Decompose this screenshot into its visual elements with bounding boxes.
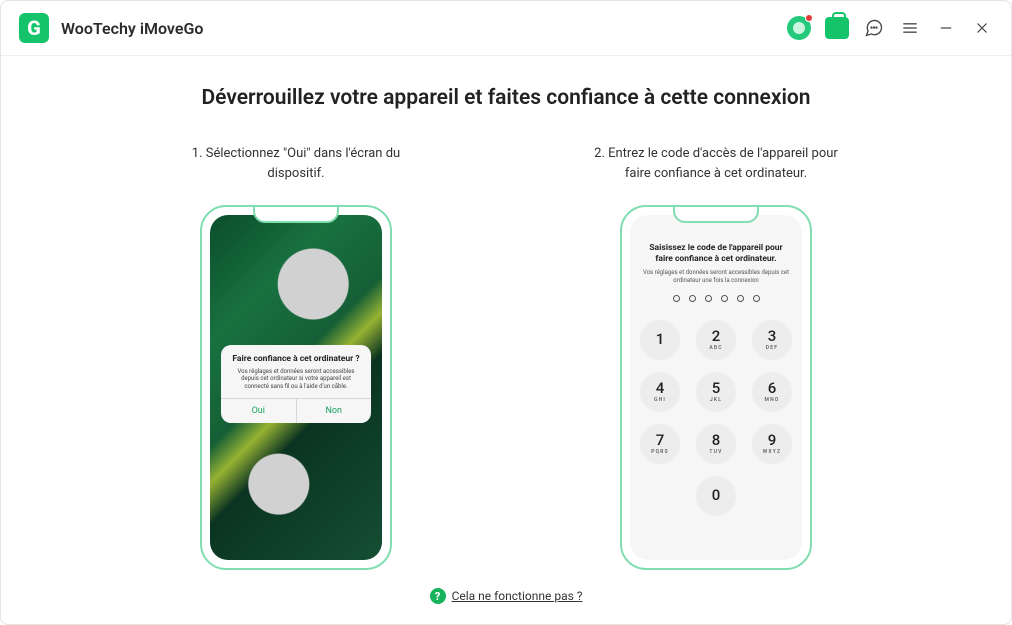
passcode-subtitle: Vos réglages et données seront accessibl… bbox=[642, 269, 790, 285]
help-row: ? Cela ne fonctionne pas ? bbox=[430, 570, 583, 624]
dialog-no-button: Non bbox=[296, 399, 372, 423]
app-title: WooTechy iMoveGo bbox=[61, 19, 203, 38]
keypad-key-4: 4GHI bbox=[640, 372, 680, 412]
phone-illustration-passcode: Saisissez le code de l'appareil pour fai… bbox=[620, 205, 812, 570]
trust-dialog: Faire confiance à cet ordinateur ? Vos r… bbox=[221, 345, 371, 423]
titlebar-actions bbox=[787, 16, 993, 40]
passcode-dot bbox=[705, 295, 712, 302]
notch-icon bbox=[673, 207, 759, 223]
passcode-dot bbox=[673, 295, 680, 302]
dialog-message: Vos réglages et données seront accessibl… bbox=[229, 368, 363, 391]
notch-icon bbox=[253, 207, 339, 223]
keypad-key-1: 1 bbox=[640, 320, 680, 360]
close-button[interactable] bbox=[971, 17, 993, 39]
keypad: 1 2ABC 3DEF 4GHI 5JKL 6MNO 7PQRS 8TUV 9W… bbox=[642, 320, 790, 516]
passcode-dot bbox=[737, 295, 744, 302]
help-icon: ? bbox=[430, 588, 446, 604]
passcode-dot bbox=[689, 295, 696, 302]
keypad-key-6: 6MNO bbox=[752, 372, 792, 412]
passcode-dot bbox=[753, 295, 760, 302]
keypad-key-3: 3DEF bbox=[752, 320, 792, 360]
help-link[interactable]: Cela ne fonctionne pas ? bbox=[452, 589, 583, 603]
page-title: Déverrouillez votre appareil et faites c… bbox=[201, 86, 810, 110]
step-2: 2. Entrez le code d'accès de l'appareil … bbox=[586, 144, 846, 570]
steps-row: 1. Sélectionnez "Oui" dans l'écran du di… bbox=[166, 144, 846, 570]
phone-screen: Faire confiance à cet ordinateur ? Vos r… bbox=[210, 215, 382, 560]
keypad-key-0: 0 bbox=[696, 476, 736, 516]
notification-dot-icon bbox=[805, 14, 813, 22]
keypad-key-9: 9WXYZ bbox=[752, 424, 792, 464]
feedback-icon[interactable] bbox=[863, 17, 885, 39]
keypad-key-8: 8TUV bbox=[696, 424, 736, 464]
menu-icon[interactable] bbox=[899, 17, 921, 39]
passcode-title: Saisissez le code de l'appareil pour fai… bbox=[642, 243, 790, 265]
dialog-title: Faire confiance à cet ordinateur ? bbox=[229, 354, 363, 365]
keypad-key-7: 7PQRS bbox=[640, 424, 680, 464]
dialog-yes-button: Oui bbox=[221, 399, 296, 423]
account-icon[interactable] bbox=[787, 16, 811, 40]
passcode-dot bbox=[721, 295, 728, 302]
keypad-key-5: 5JKL bbox=[696, 372, 736, 412]
step-2-instruction: 2. Entrez le code d'accès de l'appareil … bbox=[586, 144, 846, 183]
step-1: 1. Sélectionnez "Oui" dans l'écran du di… bbox=[166, 144, 426, 570]
minimize-button[interactable] bbox=[935, 17, 957, 39]
keypad-key-2: 2ABC bbox=[696, 320, 736, 360]
app-logo-icon: G bbox=[19, 13, 49, 43]
toolbox-icon[interactable] bbox=[825, 17, 849, 39]
step-1-instruction: 1. Sélectionnez "Oui" dans l'écran du di… bbox=[166, 144, 426, 183]
phone-illustration-trust: Faire confiance à cet ordinateur ? Vos r… bbox=[200, 205, 392, 570]
titlebar: G WooTechy iMoveGo bbox=[1, 1, 1011, 56]
phone-screen: Saisissez le code de l'appareil pour fai… bbox=[630, 215, 802, 560]
main-content: Déverrouillez votre appareil et faites c… bbox=[1, 56, 1011, 624]
passcode-dots bbox=[642, 295, 790, 302]
app-window: G WooTechy iMoveGo Déverrouillez vot bbox=[0, 0, 1012, 625]
